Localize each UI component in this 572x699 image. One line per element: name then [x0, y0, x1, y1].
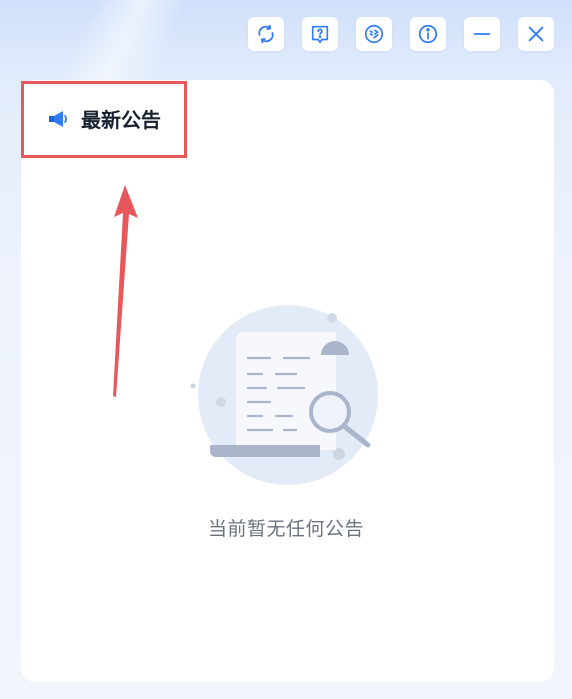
- refresh-button[interactable]: [248, 17, 284, 51]
- info-icon: [418, 24, 438, 44]
- empty-document-illustration: [190, 305, 378, 485]
- panel-header: 最新公告: [47, 104, 161, 133]
- diagnose-button[interactable]: [356, 17, 392, 51]
- help-book-icon: [311, 25, 329, 44]
- minimize-icon: [473, 33, 491, 35]
- info-button[interactable]: [410, 17, 446, 51]
- help-button[interactable]: [302, 17, 338, 51]
- close-button[interactable]: [518, 17, 554, 51]
- minimize-button[interactable]: [464, 17, 500, 51]
- panel-title: 最新公告: [81, 110, 161, 132]
- empty-state-message: 当前暂无任何公告: [207, 518, 364, 540]
- diagnose-icon: [364, 24, 384, 44]
- window-toolbar: [248, 17, 554, 51]
- megaphone-icon: [49, 110, 67, 127]
- close-icon: [528, 26, 544, 42]
- refresh-icon: [258, 24, 274, 44]
